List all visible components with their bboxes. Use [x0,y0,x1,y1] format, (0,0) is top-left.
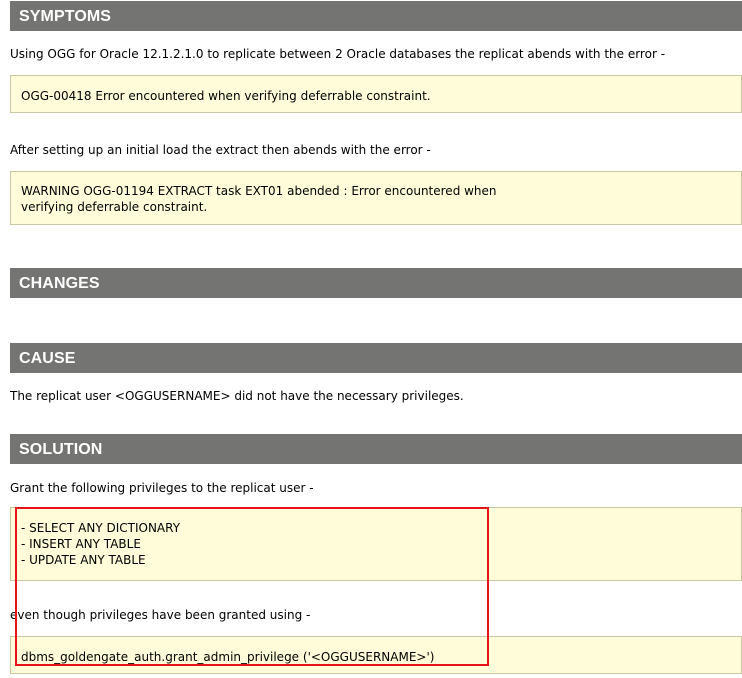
error-line: verifying deferrable constraint. [21,200,208,214]
symptoms-heading: SYMPTOMS [10,1,742,31]
cause-text: The replicat user <OGGUSERNAME> did not … [10,389,464,403]
privilege-line: - INSERT ANY TABLE [21,537,141,551]
cause-heading: CAUSE [10,343,742,373]
error-line: OGG-00418 Error encountered when verifyi… [21,89,431,103]
solution-heading: SOLUTION [10,434,742,464]
error-code-box-1: OGG-00418 Error encountered when verifyi… [10,75,742,113]
command-line: dbms_goldengate_auth.grant_admin_privile… [21,650,435,664]
symptoms-intro: Using OGG for Oracle 12.1.2.1.0 to repli… [10,47,666,61]
document-page: SYMPTOMS Using OGG for Oracle 12.1.2.1.0… [0,0,742,678]
solution-note: even though privileges have been granted… [10,608,311,622]
privileges-code-box: - SELECT ANY DICTIONARY - INSERT ANY TAB… [10,507,742,581]
changes-heading: CHANGES [10,268,742,298]
solution-intro: Grant the following privileges to the re… [10,481,314,495]
error-code-box-2: WARNING OGG-01194 EXTRACT task EXT01 abe… [10,171,742,225]
privilege-line: - UPDATE ANY TABLE [21,553,146,567]
privilege-line: - SELECT ANY DICTIONARY [21,521,181,535]
command-code-box: dbms_goldengate_auth.grant_admin_privile… [10,636,742,674]
symptoms-followup: After setting up an initial load the ext… [10,143,431,157]
error-line: WARNING OGG-01194 EXTRACT task EXT01 abe… [21,184,497,198]
